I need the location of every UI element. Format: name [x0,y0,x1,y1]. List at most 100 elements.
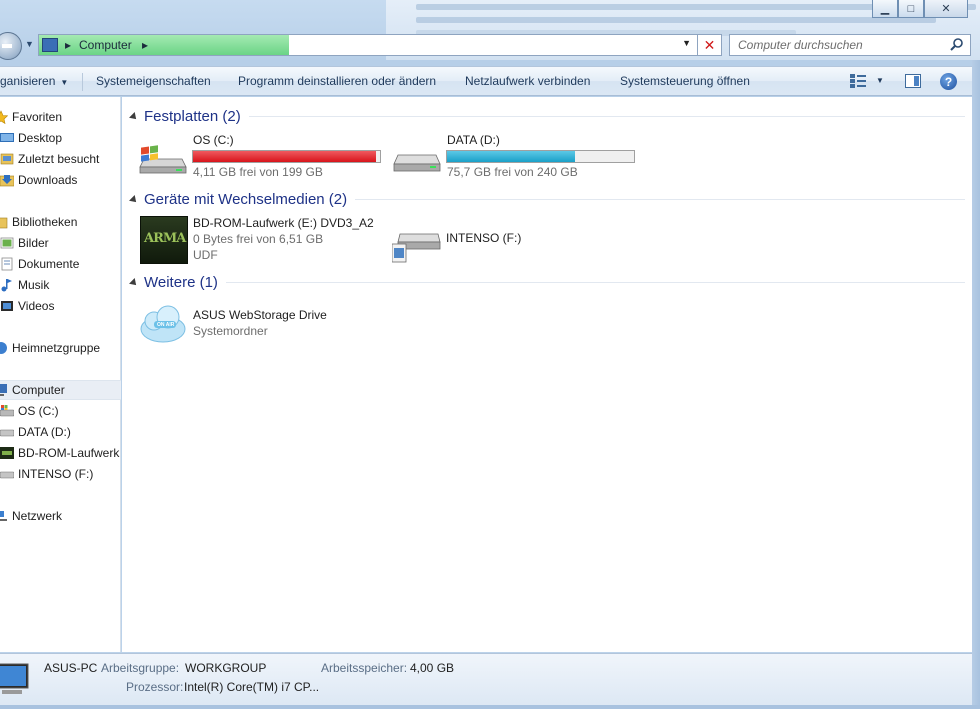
drive-free-space: 4,11 GB frei von 199 GB [193,165,323,179]
window-border-right [972,60,980,709]
memory-value: 4,00 GB [410,661,455,675]
sidebar-item-computer[interactable]: Computer [0,380,121,400]
preview-pane-icon[interactable] [905,74,921,88]
drive-tile-e[interactable]: ARMA BD-ROM-Laufwerk (E:) DVD3_A2 0 Byte… [138,216,388,266]
recent-places-icon [0,153,14,165]
desktop-icon [0,133,14,142]
window-border-bottom [0,705,980,709]
search-box[interactable] [729,34,971,56]
drive-name: BD-ROM-Laufwerk (E:) DVD3_A2 [193,216,374,230]
folder-name: ASUS WebStorage Drive [193,308,327,322]
uninstall-program-button[interactable]: Programm deinstallieren oder ändern [238,74,436,88]
help-icon[interactable]: ? [940,73,957,90]
window-controls: ▁ □ ✕ [872,0,968,18]
drive-usage-bar-d [446,150,635,163]
computer-icon [42,38,58,52]
drive-name: INTENSO (F:) [446,231,522,245]
sidebar-item-desktop[interactable]: Desktop [0,128,121,148]
breadcrumb-computer[interactable]: Computer [79,38,132,52]
pc-name: ASUS-PC [44,661,98,675]
group-title: Geräte mit Wechselmedien (2) [144,190,348,208]
organize-label: ganisieren [0,74,56,88]
minimize-button[interactable]: ▁ [872,0,898,18]
sidebar-item-favorites[interactable]: Favoriten [0,107,121,127]
sidebar-label: DATA (D:) [18,425,71,439]
sidebar-item-videos[interactable]: Videos [0,296,121,316]
collapse-triangle-icon[interactable] [129,195,139,205]
divider [225,281,965,283]
back-button[interactable] [0,32,22,60]
open-control-panel-button[interactable]: Systemsteuerung öffnen [620,74,750,88]
maximize-button[interactable]: □ [898,0,924,18]
minimize-icon: ▁ [880,3,890,15]
address-progress-fill [39,35,290,55]
sidebar-item-music[interactable]: Musik [0,275,121,295]
sidebar-label: OS (C:) [18,404,59,418]
sidebar-item-documents[interactable]: Dokumente [0,254,121,274]
collapse-triangle-icon[interactable] [129,112,139,122]
sidebar-item-libraries[interactable]: Bibliotheken [0,212,121,232]
sidebar-item-drive-d[interactable]: DATA (D:) [0,422,121,442]
sidebar-item-drive-e[interactable]: BD-ROM-Laufwerk [0,443,121,463]
group-header-removable[interactable]: Geräte mit Wechselmedien (2) [129,189,965,209]
drive-usage-bar-c [192,150,381,163]
memory-label: Arbeitsspeicher: [321,661,408,675]
sidebar-label: BD-ROM-Laufwerk [18,446,120,460]
map-network-drive-button[interactable]: Netzlaufwerk verbinden [465,74,590,88]
sidebar-item-homegroup[interactable]: Heimnetzgruppe [0,338,121,358]
sidebar-item-recent[interactable]: Zuletzt besucht [0,149,121,169]
navigation-pane: Favoriten Desktop Zuletzt besucht Downlo… [0,97,121,652]
arma-disc-icon: ARMA [140,216,188,264]
downloads-folder-icon [0,175,14,187]
maximize-icon: □ [907,2,915,15]
group-title: Weitere (1) [144,273,218,291]
asus-webstorage-tile[interactable]: ON AIR ASUS WebStorage Drive Systemordne… [138,301,388,349]
system-drive-icon [139,145,187,174]
sidebar-item-network[interactable]: Netzwerk [0,506,121,526]
hard-drive-icon [0,429,14,437]
libraries-icon [0,217,8,229]
group-title: Festplatten (2) [144,107,241,125]
system-properties-button[interactable]: Systemeigenschaften [96,74,211,88]
collapse-triangle-icon[interactable] [129,278,139,288]
content-pane: Festplatten (2) OS (C:) 4,11 GB frei von… [122,97,972,652]
sidebar-item-drive-c[interactable]: OS (C:) [0,401,121,421]
search-input[interactable] [730,35,940,55]
drive-usage-fill [447,151,576,162]
breadcrumb-chevron-icon[interactable]: ▸ [142,38,148,52]
sidebar-label: Bibliotheken [12,215,78,229]
sidebar-label: Musik [18,278,50,292]
divider [248,115,965,117]
drive-tile-f[interactable]: INTENSO (F:) [392,216,642,266]
change-view-icon[interactable] [850,74,866,88]
sidebar-item-drive-f[interactable]: INTENSO (F:) [0,464,121,484]
group-header-other[interactable]: Weitere (1) [129,272,965,292]
stop-button[interactable]: ✕ [698,34,722,56]
music-icon [1,279,12,292]
divider [82,73,83,91]
sidebar-item-pictures[interactable]: Bilder [0,233,121,253]
drive-tile-c[interactable]: OS (C:) 4,11 GB frei von 199 GB [138,133,388,181]
address-dropdown-icon[interactable]: ▼ [682,38,691,48]
videos-icon [1,301,13,311]
address-bar[interactable]: ▸ Computer ▸ ▼ [38,34,698,56]
sidebar-item-downloads[interactable]: Downloads [0,170,121,190]
close-button[interactable]: ✕ [924,0,968,18]
documents-icon [1,257,13,271]
view-options-dropdown-icon[interactable]: ▼ [876,76,884,85]
group-header-hard-disks[interactable]: Festplatten (2) [129,106,965,126]
breadcrumb-separator-icon[interactable]: ▸ [65,38,71,52]
drive-name: DATA (D:) [447,133,500,147]
drive-free-space: 75,7 GB frei von 240 GB [447,165,578,179]
drive-tile-d[interactable]: DATA (D:) 75,7 GB frei von 240 GB [392,133,642,181]
folder-type: Systemordner [193,324,268,338]
drive-name: OS (C:) [193,133,234,147]
organize-button[interactable]: ganisieren ▼ [0,74,68,88]
sidebar-label: Netzwerk [12,509,63,523]
disc-label-logo: ARMA [144,231,186,246]
search-icon[interactable] [949,37,965,53]
cloud-badge-label: ON AIR [157,322,175,328]
history-dropdown-icon[interactable]: ▼ [25,39,34,49]
workgroup-label: Arbeitsgruppe: [101,661,180,675]
system-drive-icon [0,405,14,417]
